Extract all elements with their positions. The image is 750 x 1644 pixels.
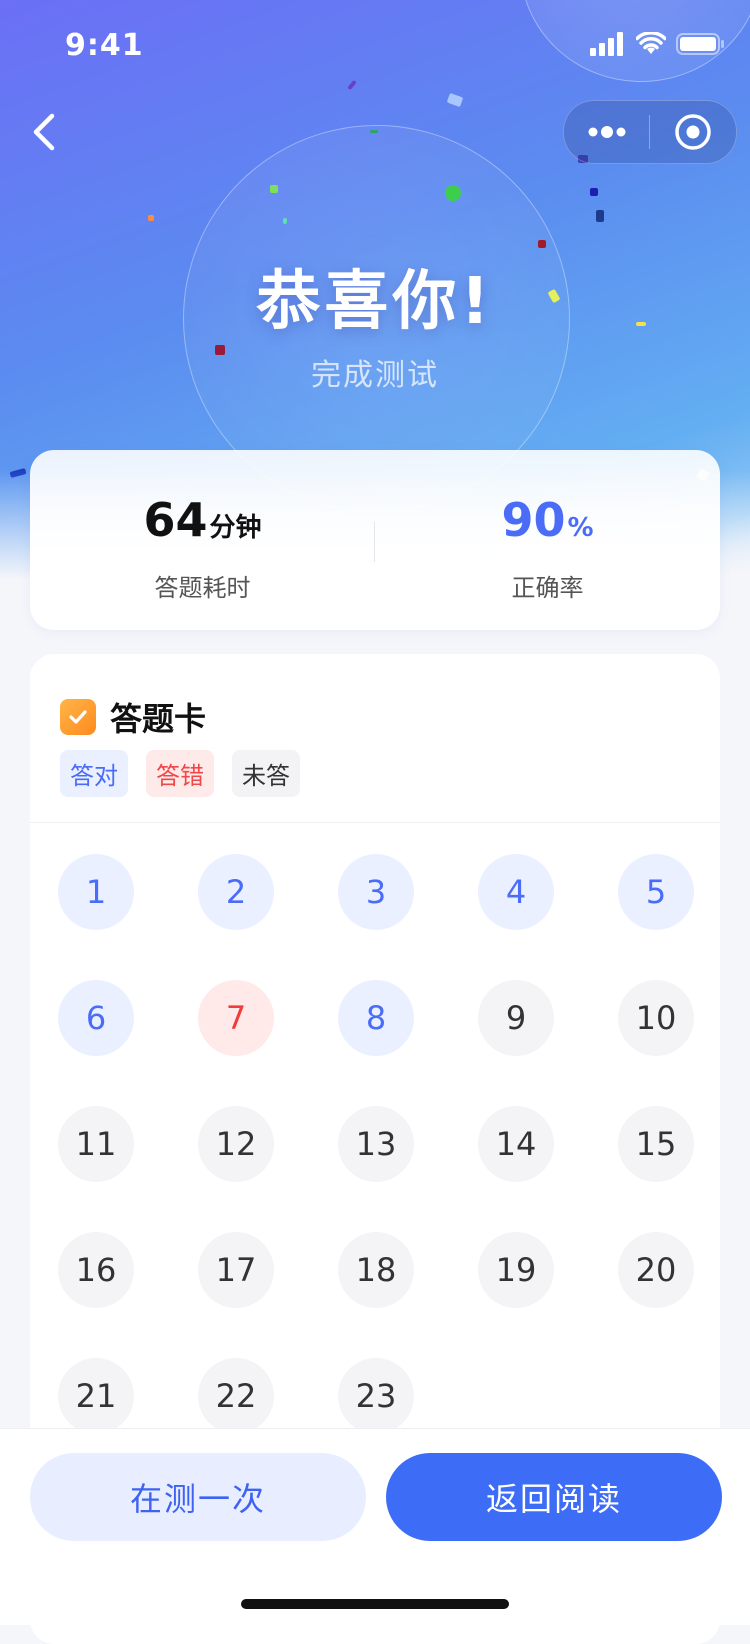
- question-item-11[interactable]: 11: [58, 1106, 134, 1182]
- question-item-18[interactable]: 18: [338, 1232, 414, 1308]
- question-item-14[interactable]: 14: [478, 1106, 554, 1182]
- answer-legend: 答对 答错 未答: [60, 750, 300, 797]
- stat-accuracy-unit: %: [567, 513, 594, 543]
- stat-time-value: 64: [143, 493, 208, 547]
- back-arrow-icon: [33, 113, 55, 151]
- close-mini-program-button[interactable]: [650, 101, 735, 163]
- question-item-21[interactable]: 21: [58, 1358, 134, 1434]
- status-time: 9:41: [65, 28, 144, 63]
- stat-time-unit: 分钟: [209, 513, 262, 543]
- question-item-16[interactable]: 16: [58, 1232, 134, 1308]
- more-button[interactable]: [564, 101, 649, 163]
- signal-icon: [590, 32, 623, 56]
- checkmark-icon: [60, 699, 96, 735]
- more-dots-icon: [588, 126, 625, 138]
- question-item-4[interactable]: 4: [478, 854, 554, 930]
- question-item-15[interactable]: 15: [618, 1106, 694, 1182]
- page-subtitle: 完成测试: [311, 358, 439, 393]
- card-divider: [30, 822, 720, 823]
- mini-program-capsule: [563, 100, 737, 164]
- battery-icon: [676, 33, 724, 55]
- target-close-icon: [674, 114, 711, 150]
- back-to-reading-button[interactable]: 返回阅读: [386, 1453, 722, 1541]
- answer-card-title: 答题卡: [110, 700, 207, 738]
- wifi-icon: [636, 32, 666, 54]
- retry-test-button[interactable]: 在测一次: [30, 1453, 366, 1541]
- question-item-22[interactable]: 22: [198, 1358, 274, 1434]
- legend-wrong: 答错: [146, 750, 214, 797]
- question-item-2[interactable]: 2: [198, 854, 274, 930]
- question-item-8[interactable]: 8: [338, 980, 414, 1056]
- legend-unanswered: 未答: [232, 750, 300, 797]
- legend-correct: 答对: [60, 750, 128, 797]
- bottom-action-bar: 在测一次 返回阅读: [0, 1428, 750, 1625]
- question-item-1[interactable]: 1: [58, 854, 134, 930]
- stat-accuracy: 90% 正确率: [375, 490, 720, 603]
- back-button[interactable]: [28, 108, 68, 158]
- question-item-10[interactable]: 10: [618, 980, 694, 1056]
- question-item-9[interactable]: 9: [478, 980, 554, 1056]
- question-item-12[interactable]: 12: [198, 1106, 274, 1182]
- question-item-23[interactable]: 23: [338, 1358, 414, 1434]
- question-item-6[interactable]: 6: [58, 980, 134, 1056]
- result-stats-card: 64分钟 答题耗时 90% 正确率: [30, 450, 720, 630]
- question-item-20[interactable]: 20: [618, 1232, 694, 1308]
- question-item-19[interactable]: 19: [478, 1232, 554, 1308]
- stat-accuracy-value: 90: [501, 493, 566, 547]
- question-item-3[interactable]: 3: [338, 854, 414, 930]
- stat-accuracy-label: 正确率: [511, 574, 584, 602]
- question-item-5[interactable]: 5: [618, 854, 694, 930]
- stat-time-label: 答题耗时: [154, 574, 251, 602]
- page-title: 恭喜你!: [256, 265, 494, 339]
- home-indicator: [241, 1599, 509, 1609]
- question-item-13[interactable]: 13: [338, 1106, 414, 1182]
- question-item-7[interactable]: 7: [198, 980, 274, 1056]
- question-item-17[interactable]: 17: [198, 1232, 274, 1308]
- status-bar: 9:41: [0, 22, 750, 72]
- stat-time: 64分钟 答题耗时: [30, 490, 375, 603]
